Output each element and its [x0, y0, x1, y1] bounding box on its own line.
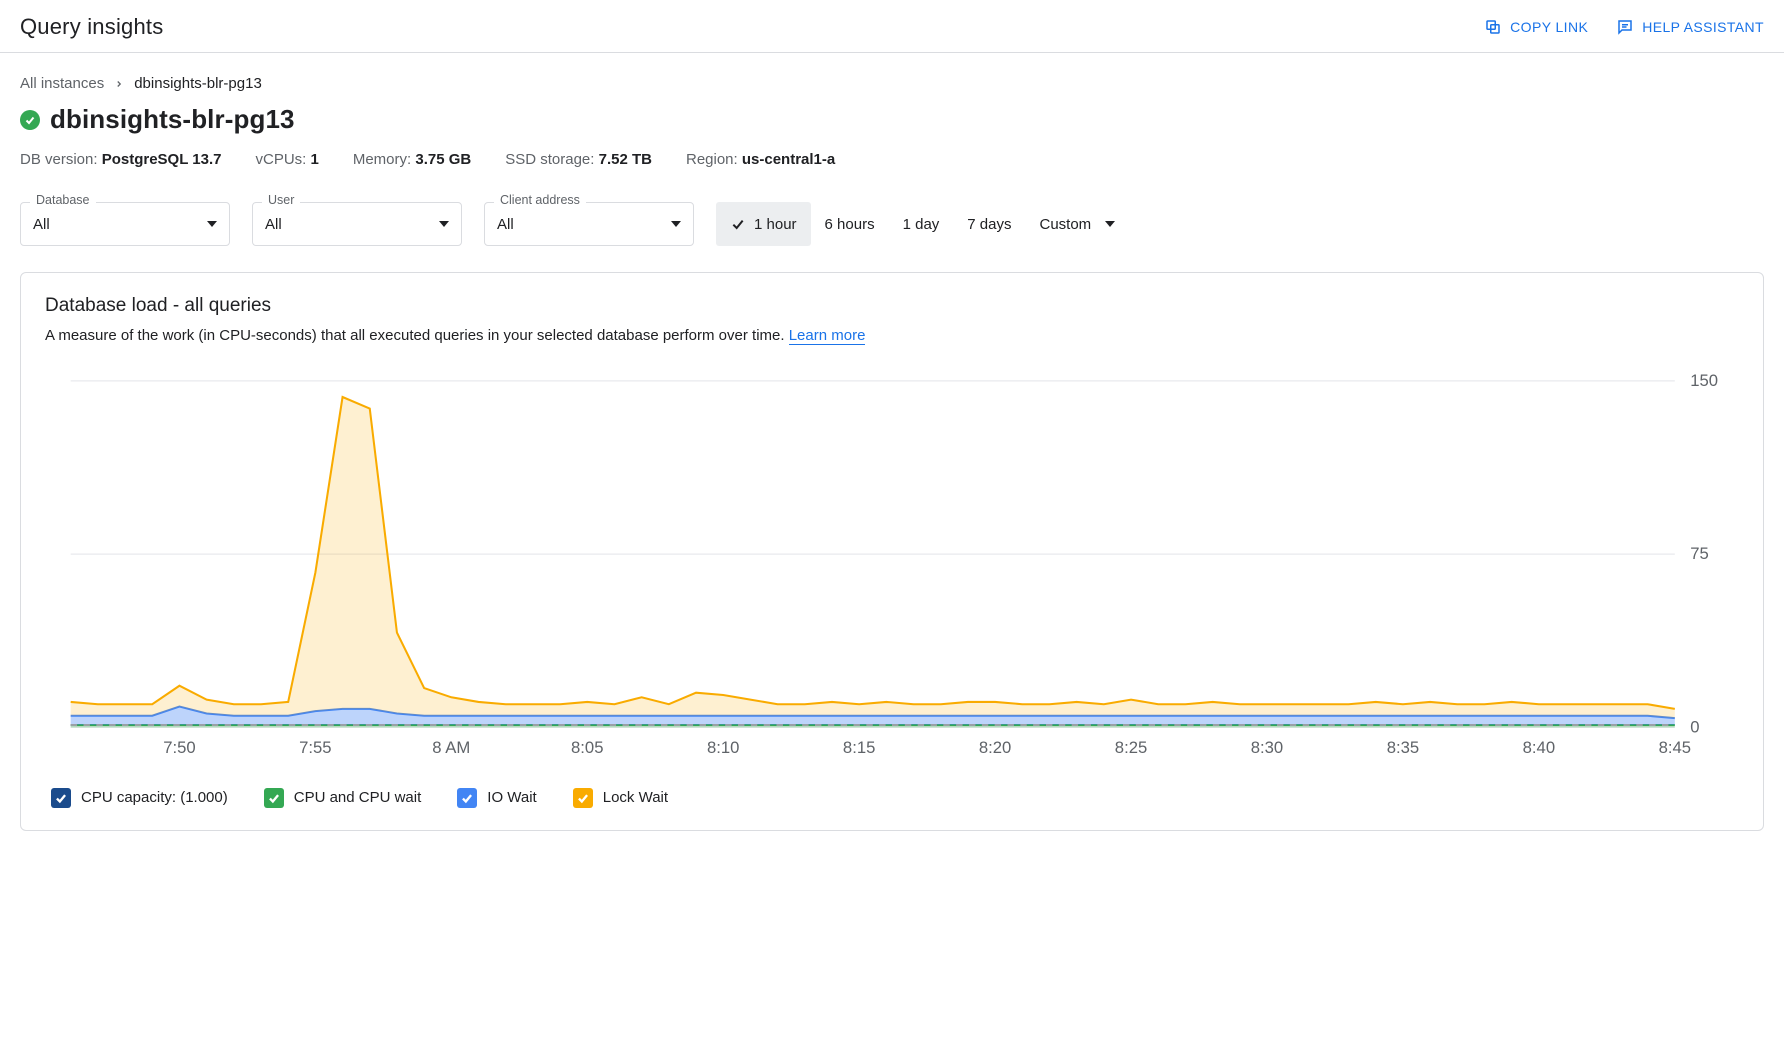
status-badge [20, 110, 40, 130]
time-range-1-day[interactable]: 1 day [889, 202, 954, 246]
client-address-select-value: All [497, 216, 514, 233]
instance-title: dbinsights-blr-pg13 [50, 104, 295, 135]
user-select[interactable]: User All [252, 202, 462, 246]
svg-text:150: 150 [1690, 371, 1718, 390]
help-assistant-button[interactable]: HELP ASSISTANT [1616, 18, 1764, 36]
svg-text:8:10: 8:10 [707, 738, 739, 757]
user-select-label: User [262, 193, 300, 207]
caret-down-icon [207, 221, 217, 227]
chevron-right-icon [114, 79, 124, 89]
time-range-1-hour[interactable]: 1 hour [716, 202, 811, 246]
copy-icon [1484, 18, 1502, 36]
legend-cpu-capacity[interactable]: CPU capacity: (1.000) [51, 788, 228, 808]
svg-text:8:30: 8:30 [1251, 738, 1283, 757]
meta-vcpus: vCPUs: 1 [255, 151, 318, 168]
chat-icon [1616, 18, 1634, 36]
legend-label: CPU and CPU wait [294, 789, 422, 806]
copy-link-label: COPY LINK [1510, 19, 1588, 35]
caret-down-icon [1105, 221, 1115, 227]
svg-text:8:40: 8:40 [1523, 738, 1555, 757]
time-range-7-days[interactable]: 7 days [953, 202, 1025, 246]
svg-text:8:35: 8:35 [1387, 738, 1419, 757]
svg-text:8:20: 8:20 [979, 738, 1011, 757]
svg-text:8:15: 8:15 [843, 738, 875, 757]
svg-text:7:55: 7:55 [299, 738, 331, 757]
svg-text:8:05: 8:05 [571, 738, 603, 757]
check-icon [730, 216, 746, 232]
legend-label: CPU capacity: (1.000) [81, 789, 228, 806]
db-load-card: Database load - all queries A measure of… [20, 272, 1764, 831]
meta-region: Region: us-central1-a [686, 151, 835, 168]
database-select-label: Database [30, 193, 96, 207]
checkbox-icon [457, 788, 477, 808]
svg-text:75: 75 [1690, 544, 1709, 563]
page-title: Query insights [20, 14, 163, 40]
card-description: A measure of the work (in CPU-seconds) t… [45, 327, 1739, 344]
db-load-chart: 0 75 150 7:50 7:55 8 AM 8:05 8:10 8:15 8:20 8:25 8:… [45, 368, 1739, 766]
time-range-group: 1 hour6 hours1 day7 daysCustom [716, 202, 1129, 246]
legend-cpu-wait[interactable]: CPU and CPU wait [264, 788, 422, 808]
legend-label: IO Wait [487, 789, 536, 806]
breadcrumb-current: dbinsights-blr-pg13 [134, 75, 262, 92]
checkbox-icon [264, 788, 284, 808]
svg-text:8 AM: 8 AM [432, 738, 470, 757]
client-address-select[interactable]: Client address All [484, 202, 694, 246]
caret-down-icon [439, 221, 449, 227]
meta-memory: Memory: 3.75 GB [353, 151, 471, 168]
breadcrumb: All instances dbinsights-blr-pg13 [20, 75, 1764, 92]
legend-io-wait[interactable]: IO Wait [457, 788, 536, 808]
card-title: Database load - all queries [45, 295, 1739, 317]
svg-text:0: 0 [1690, 717, 1699, 736]
caret-down-icon [671, 221, 681, 227]
database-select-value: All [33, 216, 50, 233]
help-assistant-label: HELP ASSISTANT [1642, 19, 1764, 35]
svg-text:8:25: 8:25 [1115, 738, 1147, 757]
time-range-6-hours[interactable]: 6 hours [811, 202, 889, 246]
learn-more-link[interactable]: Learn more [789, 327, 866, 345]
copy-link-button[interactable]: COPY LINK [1484, 18, 1588, 36]
meta-db-version: DB version: PostgreSQL 13.7 [20, 151, 221, 168]
svg-text:7:50: 7:50 [163, 738, 195, 757]
client-address-select-label: Client address [494, 193, 586, 207]
legend-label: Lock Wait [603, 789, 668, 806]
legend-lock-wait[interactable]: Lock Wait [573, 788, 668, 808]
meta-storage: SSD storage: 7.52 TB [505, 151, 652, 168]
checkbox-icon [573, 788, 593, 808]
svg-text:8:45: 8:45 [1659, 738, 1691, 757]
breadcrumb-root[interactable]: All instances [20, 75, 104, 92]
check-icon [24, 114, 36, 126]
checkbox-icon [51, 788, 71, 808]
user-select-value: All [265, 216, 282, 233]
time-range-custom[interactable]: Custom [1026, 202, 1130, 246]
database-select[interactable]: Database All [20, 202, 230, 246]
